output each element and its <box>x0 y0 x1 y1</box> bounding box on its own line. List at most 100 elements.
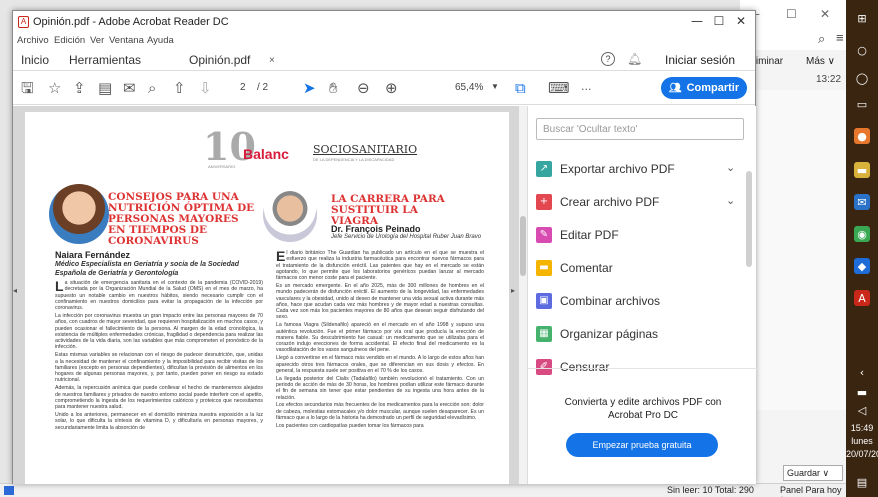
menu-archivo[interactable]: Archivo <box>17 35 49 46</box>
zoom-level[interactable]: 65,4% <box>455 82 483 93</box>
edit-pdf-icon: ✎ <box>536 227 552 243</box>
help-icon[interactable]: ? <box>601 52 615 66</box>
tab-home[interactable]: Inicio <box>21 53 49 67</box>
bg-menu-icon[interactable]: ≡ <box>836 30 844 45</box>
bg-message-time: 13:22 <box>816 74 842 85</box>
clock-day: lunes <box>851 436 873 446</box>
more-tools-icon[interactable]: ··· <box>581 81 592 99</box>
chevron-down-icon[interactable]: ⌄ <box>726 194 735 207</box>
article2-headline: LA CARRERA PARA SUSTITUIR LA VIAGRA <box>331 193 445 227</box>
hand-tool-icon[interactable]: ✋︎ <box>329 79 338 97</box>
document-scroll-thumb[interactable] <box>520 216 526 276</box>
title-bar: A Opinión.pdf - Adobe Acrobat Reader DC … <box>13 11 755 33</box>
bg-close-icon[interactable]: ✕ <box>820 7 830 21</box>
menu-ventana[interactable]: Ventana <box>109 35 144 46</box>
article1-affiliation: Médico Especialista en Geriatría y socia… <box>55 261 240 277</box>
battery-icon[interactable]: ▬ <box>854 384 870 400</box>
share-label: Compartir <box>686 82 740 94</box>
right-pane-toggle-icon[interactable]: ▸ <box>511 286 515 295</box>
menu-edicion[interactable]: Edición <box>54 35 85 46</box>
search-icon[interactable]: ○ <box>854 42 870 58</box>
save-button[interactable]: Guardar ∨ <box>783 465 843 481</box>
tools-search-input[interactable]: Buscar 'Ocultar texto' <box>536 118 744 140</box>
article2-paragraph: La famosa Viagra (Sildenafilo) apareció … <box>276 322 484 354</box>
document-viewer[interactable]: ◂ 10 Balanc SOCIOSANITARIO DE LA DEPENDE… <box>13 106 519 484</box>
article2-paragraph: El diario británico The Guardian ha publ… <box>276 248 484 282</box>
keyboard-scroll-icon[interactable]: ⌨ <box>548 79 570 97</box>
article2-paragraph: La llegada posterior del Cialis (Tadalaf… <box>276 375 484 401</box>
taskbar: ⊞ ○ ◯ ▭ ● ▬ ✉ ◉ ◆ A ‹ ▬ ◁ 15:49 lunes 20… <box>846 0 878 497</box>
cortana-icon[interactable]: ◯ <box>854 70 870 86</box>
menu-ayuda[interactable]: Ayuda <box>147 35 174 46</box>
bg-search-icon[interactable]: ⌕ <box>818 31 825 47</box>
save-icon[interactable]: 🖫︎ <box>21 79 34 97</box>
tool-item-label: Combinar archivos <box>560 294 661 308</box>
tool-item-label: Organizar páginas <box>560 327 659 341</box>
article2-affiliation: Jefe Servicio de Urología del Hospital R… <box>331 234 482 240</box>
fit-page-icon[interactable]: ⧉ <box>515 79 526 97</box>
select-cursor-icon[interactable]: ➤ <box>303 79 316 97</box>
firefox-icon[interactable]: ● <box>854 128 870 144</box>
tools-scrollbar[interactable] <box>746 151 752 377</box>
page-down-icon[interactable]: ⇩ <box>199 79 212 97</box>
minimize-button[interactable]: — <box>685 14 709 30</box>
signin-button[interactable]: Iniciar sesión <box>665 53 735 67</box>
tool-item[interactable]: ▬ Comentar <box>536 259 746 279</box>
tool-item[interactable]: ✎ Editar PDF <box>536 226 746 246</box>
page-number-input[interactable]: 2 <box>240 82 246 93</box>
author-photo-peinado <box>263 188 317 242</box>
unread-count: Sin leer: 10 Total: 290 <box>667 485 754 495</box>
outlook-icon[interactable]: ◆ <box>854 258 870 274</box>
export-pdf-icon: ↗ <box>536 161 552 177</box>
notifications-icon[interactable]: ▤ <box>854 474 870 490</box>
tool-item-label: Comentar <box>560 261 613 275</box>
article1-paragraph: Unido a los anteriores, permanecer en el… <box>55 411 263 431</box>
tab-tools[interactable]: Herramientas <box>69 53 141 67</box>
tray-chevron-icon[interactable]: ‹ <box>854 364 870 380</box>
article1-headline: CONSEJOS PARA UNA NUTRICIÓN ÓPTIMA DE PE… <box>108 191 255 247</box>
share-button[interactable]: 👥︎ Compartir <box>661 77 747 99</box>
task-view-icon[interactable]: ▭ <box>854 96 870 112</box>
mail-status-bar: Sin leer: 10 Total: 290 Panel Para hoy ^ <box>0 483 846 497</box>
acrobat-icon[interactable]: A <box>854 290 870 306</box>
chevron-down-icon[interactable]: ⌄ <box>726 161 735 174</box>
tools-scroll-thumb[interactable] <box>746 171 752 267</box>
file-explorer-icon[interactable]: ▬ <box>854 162 870 178</box>
upload-icon[interactable]: ⇪ <box>73 79 86 97</box>
bg-maximize-icon[interactable]: ☐ <box>786 7 797 21</box>
tool-item[interactable]: ▣ Combinar archivos <box>536 292 746 312</box>
article2-body: El diario británico The Guardian ha publ… <box>276 248 484 431</box>
tool-item[interactable]: ↗ Exportar archivo PDF ⌄ <box>536 160 746 180</box>
menu-ver[interactable]: Ver <box>90 35 104 46</box>
tool-item[interactable]: + Crear archivo PDF ⌄ <box>536 193 746 213</box>
convert-promo-text: Convierta y edite archivos PDF con Acrob… <box>564 397 722 421</box>
free-trial-button[interactable]: Empezar prueba gratuita <box>566 433 718 457</box>
maximize-button[interactable]: ☐ <box>707 14 731 30</box>
zoom-dropdown-icon[interactable]: ▼ <box>491 82 499 91</box>
tab-document[interactable]: Opinión.pdf <box>189 53 250 67</box>
print-icon[interactable]: ▤ <box>98 79 112 97</box>
left-pane-toggle-icon[interactable]: ◂ <box>13 286 17 295</box>
volume-icon[interactable]: ◁ <box>854 402 870 418</box>
bookmark-star-icon[interactable]: ☆ <box>48 79 61 97</box>
mail-icon[interactable]: ✉ <box>854 194 870 210</box>
today-panel-toggle[interactable]: Panel Para hoy ^ <box>780 485 846 497</box>
zoom-in-icon[interactable]: ⊕ <box>385 79 398 97</box>
article2-author: Dr. François Peinado <box>331 224 421 234</box>
clock-date: 20/07/202 <box>846 449 878 459</box>
chrome-icon[interactable]: ◉ <box>854 226 870 242</box>
tool-item[interactable]: ▦ Organizar páginas <box>536 325 746 345</box>
document-scrollbar[interactable] <box>519 106 527 484</box>
close-button[interactable]: ✕ <box>729 14 753 30</box>
zoom-search-icon[interactable]: ⌕ <box>148 79 156 97</box>
email-icon[interactable]: ✉ <box>123 79 136 97</box>
windows-start-icon[interactable]: ⊞ <box>854 10 870 26</box>
window-title: Opinión.pdf - Adobe Acrobat Reader DC <box>33 16 229 28</box>
bg-more-button[interactable]: Más ∨ <box>806 56 835 67</box>
page-up-icon[interactable]: ⇧ <box>173 79 186 97</box>
bell-icon[interactable]: 🔔︎ <box>627 52 642 66</box>
author-photo-naiara <box>49 184 109 244</box>
zoom-out-icon[interactable]: ⊖ <box>357 79 370 97</box>
taskbar-clock[interactable]: 15:49 lunes 20/07/202 <box>846 422 878 461</box>
tab-close-icon[interactable]: × <box>269 55 275 66</box>
